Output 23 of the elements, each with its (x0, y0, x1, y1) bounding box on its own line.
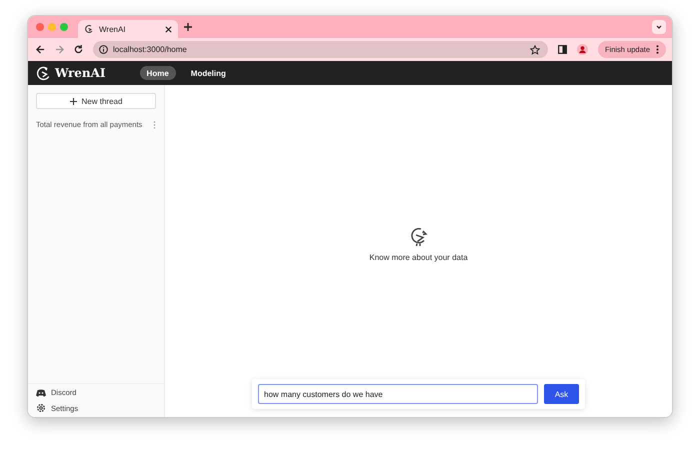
profile-icon[interactable] (576, 44, 588, 55)
address-bar[interactable]: localhost:3000/home (93, 41, 548, 58)
nav-tab[interactable]: Modeling (184, 66, 233, 80)
app-logo-text: WrenAI (55, 66, 106, 80)
close-tab-icon[interactable] (165, 26, 172, 32)
more-vertical-icon (656, 45, 659, 54)
empty-state-message: Know more about your data (369, 252, 468, 262)
new-tab-icon[interactable] (184, 23, 192, 31)
browser-tab[interactable]: WrenAI (78, 20, 178, 38)
back-icon[interactable] (36, 45, 45, 54)
reload-icon[interactable] (74, 45, 83, 54)
info-icon (99, 45, 108, 54)
game-controller-icon (36, 388, 46, 396)
star-icon[interactable] (530, 44, 540, 54)
more-vertical-icon[interactable] (153, 120, 156, 128)
tab-list-icon[interactable] (652, 20, 666, 34)
ask-button[interactable]: Ask (544, 384, 579, 404)
nav-tab[interactable]: Home (140, 66, 176, 80)
new-thread-button[interactable]: New thread (36, 93, 156, 109)
plus-icon (70, 98, 77, 104)
sidebar-panel-icon[interactable] (558, 45, 567, 54)
question-input[interactable]: how many customers do we have (258, 384, 538, 404)
settings-icon (36, 403, 46, 413)
